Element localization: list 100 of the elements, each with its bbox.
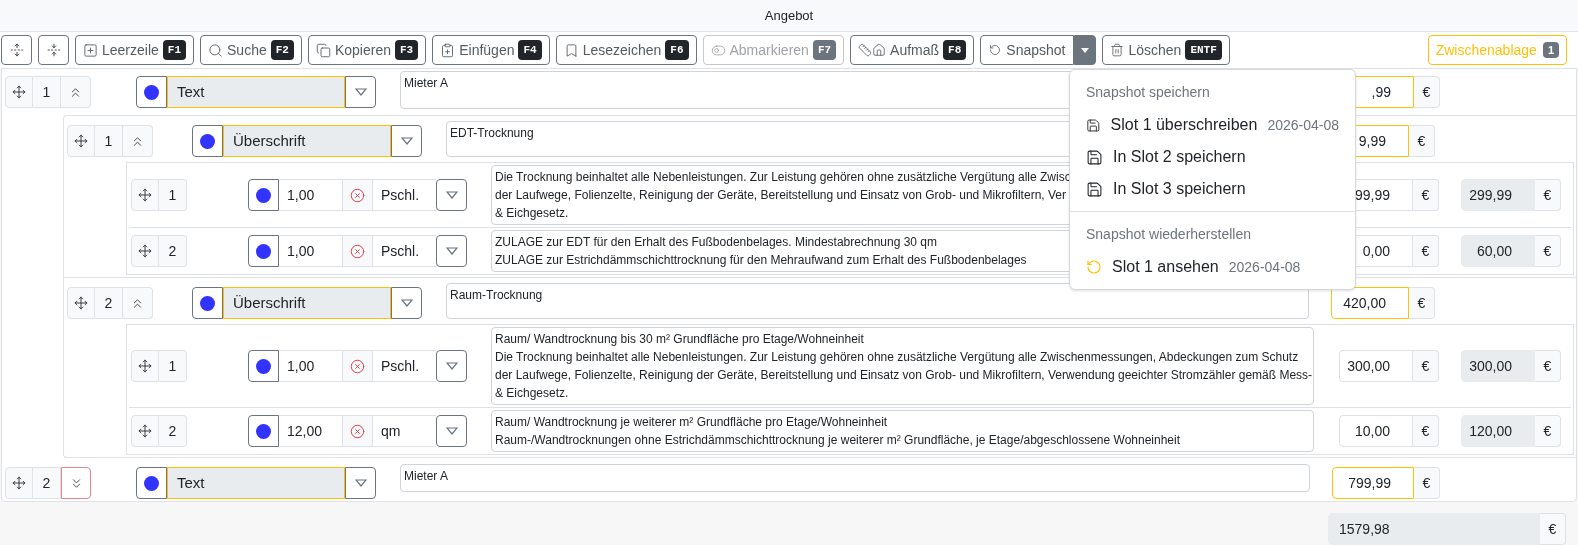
currency-label: € <box>1535 415 1561 447</box>
drag-handle[interactable] <box>67 125 95 157</box>
currency-label: € <box>1413 415 1439 447</box>
unit-select[interactable]: Pschl. <box>373 179 436 211</box>
expand-all-button[interactable] <box>1 35 32 65</box>
price-field[interactable]: 300,00 <box>1339 350 1413 382</box>
toolbar-button[interactable]: Einfügen F4 <box>432 35 550 65</box>
price-field[interactable]: 10,00 <box>1339 415 1413 447</box>
quantity-field[interactable]: 1,00 <box>279 350 342 382</box>
clear-icon <box>350 243 365 259</box>
price-field: 299,99 <box>1461 179 1535 211</box>
move-icon <box>138 359 152 373</box>
price-field[interactable]: 420,00 <box>1331 287 1409 319</box>
menu-heading: Snapshot speichern <box>1085 83 1211 102</box>
color-button[interactable] <box>248 350 279 382</box>
clear-icon <box>350 358 365 374</box>
currency-label: € <box>1535 350 1561 382</box>
move-icon <box>74 134 88 148</box>
clear-icon <box>350 187 365 203</box>
drag-handle[interactable] <box>5 467 33 499</box>
type-select[interactable]: Text <box>167 76 345 108</box>
description-field[interactable]: Mieter A <box>400 464 1310 492</box>
expand-icon <box>9 43 24 57</box>
unit-select[interactable]: Pschl. <box>373 235 436 267</box>
caret-icon <box>445 427 458 435</box>
unit-dropdown-button[interactable] <box>436 415 467 447</box>
position-number: 1 <box>159 179 187 211</box>
position-number: 2 <box>95 287 123 319</box>
type-select[interactable]: Überschrift <box>223 125 391 157</box>
color-button[interactable] <box>136 76 167 108</box>
type-dropdown-button[interactable] <box>345 76 376 108</box>
caret-icon <box>445 362 458 370</box>
search-icon <box>208 42 224 58</box>
color-button[interactable] <box>192 125 223 157</box>
color-button[interactable] <box>192 287 223 319</box>
type-dropdown-button[interactable] <box>391 125 422 157</box>
clear-button[interactable] <box>342 415 373 447</box>
unit-dropdown-button[interactable] <box>436 235 467 267</box>
type-select[interactable]: Überschrift <box>223 287 391 319</box>
caret-icon <box>445 247 458 255</box>
delete-button[interactable]: Löschen ENTF <box>1102 35 1230 65</box>
toolbar-button[interactable]: Leerzeile F1 <box>75 35 195 65</box>
type-dropdown-button[interactable] <box>345 467 376 499</box>
clear-button[interactable] <box>342 235 373 267</box>
type-dropdown-button[interactable] <box>391 287 422 319</box>
collapse-all-button[interactable] <box>38 35 69 65</box>
toolbar-button[interactable]: Lesezeichen F6 <box>555 35 697 65</box>
description-field[interactable]: Raum-Trocknung <box>446 283 1309 319</box>
clear-button[interactable] <box>342 350 373 382</box>
quantity-field[interactable]: 1,00 <box>279 235 342 267</box>
rotate-icon <box>989 44 1002 56</box>
unit-dropdown-button[interactable] <box>436 179 467 211</box>
snapshot-dropdown-button[interactable] <box>1074 35 1097 65</box>
color-button[interactable] <box>136 467 167 499</box>
currency-label: € <box>1535 179 1561 211</box>
price-field: 1579,98 <box>1328 513 1540 545</box>
description-field[interactable]: Raum/ Wandtrocknung je weiterer m² Grundfläche pro Etage/Wohneinheit Raum-/Wandtrocknungen ohne Estrichdämmschichttrocknung je weiterer m² Grundfläche, je Etage/abgeschlossene Wohneinheit <box>491 410 1314 452</box>
drag-handle[interactable] <box>67 287 95 319</box>
unit-select[interactable]: Pschl. <box>373 350 436 382</box>
caret-icon <box>354 479 367 487</box>
clipboard-button[interactable]: Zwischenablage 1 <box>1427 35 1567 65</box>
count-badge: 1 <box>1542 41 1559 59</box>
quantity-field[interactable]: 1,00 <box>279 179 342 211</box>
price-field: 300,00 <box>1461 350 1535 382</box>
toggle-icon <box>710 42 726 58</box>
position-number: 2 <box>33 467 61 499</box>
move-icon <box>138 244 152 258</box>
color-button[interactable] <box>248 179 279 211</box>
drag-handle[interactable] <box>131 179 159 211</box>
drag-handle[interactable] <box>131 235 159 267</box>
expand-button[interactable] <box>61 467 91 499</box>
position-number: 2 <box>159 415 187 447</box>
color-button[interactable] <box>248 235 279 267</box>
unit-select[interactable]: qm <box>373 415 436 447</box>
trash-icon <box>1110 43 1125 57</box>
drag-handle[interactable] <box>5 76 33 108</box>
quantity-field[interactable]: 12,00 <box>279 415 342 447</box>
price-field: 120,00 <box>1461 415 1535 447</box>
type-select[interactable]: Text <box>167 467 345 499</box>
plus-square-icon <box>83 42 98 58</box>
clear-icon <box>350 423 365 439</box>
color-button[interactable] <box>248 415 279 447</box>
drag-handle[interactable] <box>131 415 159 447</box>
snapshot-button[interactable]: Snapshot <box>980 35 1075 65</box>
caret-icon <box>445 191 458 199</box>
drag-handle[interactable] <box>131 350 159 382</box>
toolbar-button[interactable]: Aufmaß F8 <box>850 35 975 65</box>
toolbar-button[interactable]: Suche F2 <box>200 35 302 65</box>
floppy-icon <box>1086 180 1103 198</box>
restore-icon <box>1086 259 1102 275</box>
unit-dropdown-button[interactable] <box>436 350 467 382</box>
currency-label: € <box>1414 76 1440 108</box>
price-field[interactable]: 799,99 <box>1332 467 1414 499</box>
clear-button[interactable] <box>342 179 373 211</box>
toolbar-button[interactable]: Kopieren F3 <box>307 35 427 65</box>
move-icon <box>138 188 152 202</box>
description-field[interactable]: Raum/ Wandtrocknung bis 30 m² Grundfläche pro Etage/Wohneinheit Die Trocknung beinhaltet alle Nebenleistungen. Zur Leistung gehören ohne zusätzliche Vergütung alle Zwischenmessungen, Abdeckungen zum Schutz der Laufwege, Folienzelte, Reinigung der Geräte, Bereitstellung und Einsatz von Grob- und Mikrofiltern, Verwendung geeichter Stromzähler gemäß Mess- & Eichgesetz. <box>491 327 1314 405</box>
ruler-house-icon <box>858 43 887 57</box>
move-icon <box>138 424 152 438</box>
currency-label: € <box>1535 235 1561 267</box>
